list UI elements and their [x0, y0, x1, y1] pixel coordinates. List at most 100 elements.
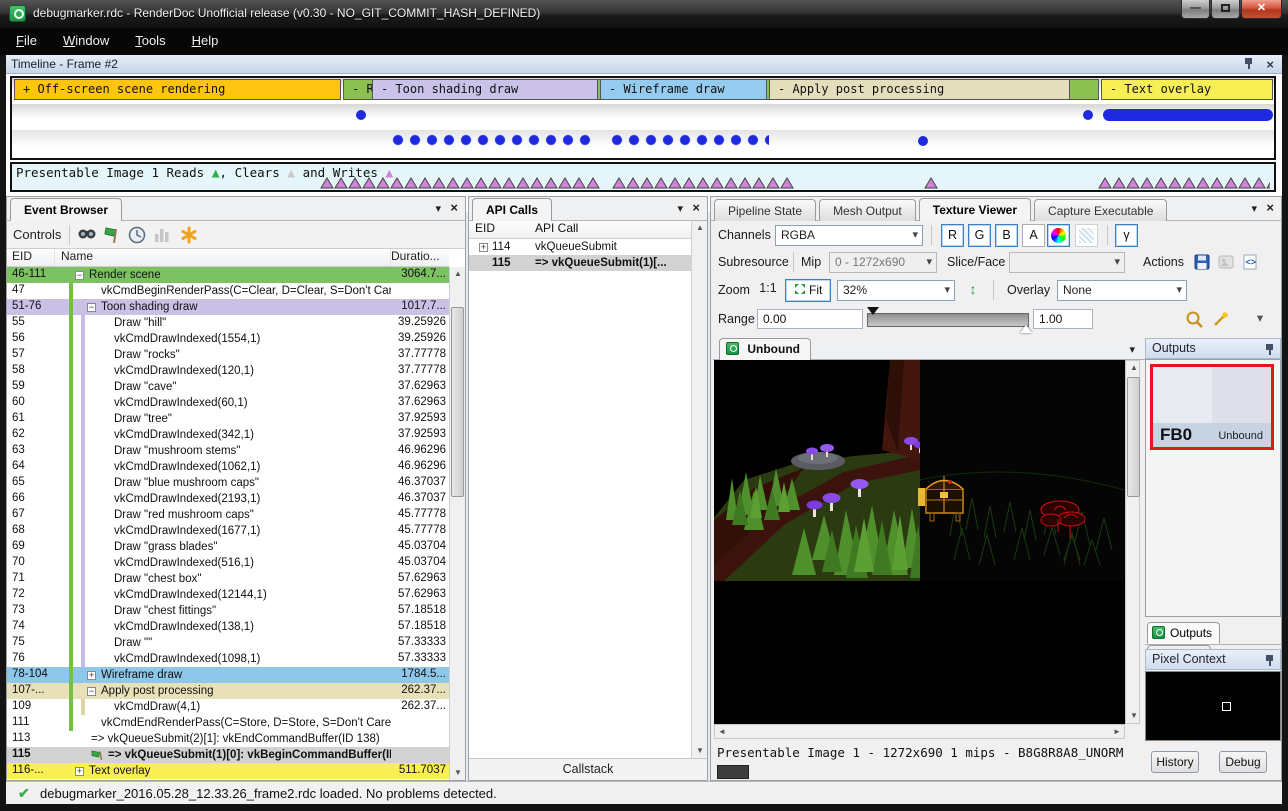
- scroll-right-icon[interactable]: ►: [1110, 725, 1124, 739]
- timeline-bar-text-overlay[interactable]: - Text overlay: [1101, 79, 1273, 100]
- event-row[interactable]: 66: [7, 491, 449, 507]
- pin-icon[interactable]: [1265, 654, 1275, 666]
- tree-expander[interactable]: +: [75, 767, 84, 776]
- timeline-panel-header[interactable]: Timeline - Frame #2 ×: [6, 55, 1282, 74]
- panel-tab[interactable]: Pipeline State: [714, 199, 816, 222]
- io-tab[interactable]: Outputs: [1147, 622, 1220, 644]
- bookmark-asterisk-icon[interactable]: [179, 225, 199, 245]
- api-calls-scrollbar[interactable]: ▲ ▼: [691, 221, 707, 758]
- draw-events-capsule[interactable]: [1103, 109, 1273, 121]
- panel-tab[interactable]: Capture Executable: [1034, 199, 1167, 222]
- event-row[interactable]: 59: [7, 379, 449, 395]
- event-row[interactable]: 63: [7, 443, 449, 459]
- channel-toggle[interactable]: R: [941, 224, 964, 247]
- scroll-down-icon[interactable]: ▼: [1127, 709, 1141, 723]
- menu-item[interactable]: Help: [182, 28, 229, 53]
- event-row[interactable]: 55: [7, 315, 449, 331]
- tree-expander[interactable]: +: [479, 243, 488, 252]
- event-row[interactable]: 115: [7, 747, 449, 763]
- callstack-section[interactable]: Callstack: [469, 758, 707, 780]
- tree-expander[interactable]: −: [87, 303, 96, 312]
- column-duration[interactable]: Duratio...: [391, 249, 449, 266]
- find-event-icon[interactable]: [77, 225, 97, 245]
- texture-horizontal-scrollbar[interactable]: ◄ ►: [714, 724, 1125, 739]
- tab-event-browser[interactable]: Event Browser: [10, 198, 122, 222]
- chevron-down-icon[interactable]: ▾: [677, 202, 683, 215]
- close-icon[interactable]: ×: [450, 200, 458, 215]
- close-button[interactable]: ✕: [1241, 0, 1282, 19]
- fb0-thumbnail[interactable]: FB0 Unbound: [1150, 364, 1274, 450]
- menu-item[interactable]: File: [6, 28, 47, 53]
- channel-toggle[interactable]: G: [968, 224, 991, 247]
- zoom-fit-button[interactable]: Fit: [785, 279, 831, 302]
- range-white-point-handle[interactable]: [1020, 325, 1032, 333]
- zoom-range-icon[interactable]: [1185, 310, 1204, 329]
- save-icon[interactable]: [1193, 253, 1211, 271]
- event-tree-header[interactable]: EID Name Duratio...: [7, 249, 449, 267]
- event-row[interactable]: 68: [7, 523, 449, 539]
- toon-draw-event-dots[interactable]: [390, 132, 596, 148]
- column-eid[interactable]: EID: [469, 221, 533, 238]
- event-row[interactable]: 58: [7, 363, 449, 379]
- event-row[interactable]: 51-76 −: [7, 299, 449, 315]
- texture-vertical-scrollbar[interactable]: ▲ ▼: [1125, 360, 1140, 724]
- column-name[interactable]: Name: [55, 249, 391, 266]
- event-row[interactable]: 65: [7, 475, 449, 491]
- event-row[interactable]: 60: [7, 395, 449, 411]
- event-row[interactable]: 74: [7, 619, 449, 635]
- chevron-down-icon[interactable]: ▾: [1251, 202, 1257, 215]
- pixel-context-view[interactable]: [1145, 671, 1281, 741]
- scroll-thumb[interactable]: [1127, 377, 1140, 497]
- tab-api-calls[interactable]: API Calls: [472, 198, 552, 222]
- close-icon[interactable]: ×: [692, 200, 700, 215]
- draw-event-dot[interactable]: [356, 110, 366, 120]
- pin-icon[interactable]: [1244, 57, 1254, 69]
- overlay-select[interactable]: None▾: [1057, 280, 1187, 301]
- minimize-button[interactable]: —: [1181, 0, 1210, 19]
- maximize-button[interactable]: [1211, 0, 1240, 19]
- zoom-1-1-button[interactable]: 1:1: [755, 281, 781, 301]
- event-row[interactable]: 70: [7, 555, 449, 571]
- scroll-left-icon[interactable]: ◄: [715, 725, 729, 739]
- range-black-point-handle[interactable]: [867, 307, 879, 315]
- scroll-up-icon[interactable]: ▲: [1127, 361, 1141, 375]
- slice-face-select[interactable]: ▾: [1009, 252, 1125, 273]
- tree-expander[interactable]: +: [87, 671, 96, 680]
- draw-event-dot[interactable]: [918, 136, 928, 146]
- timeline-bar-post-processing[interactable]: - Apply post processing: [769, 79, 1070, 100]
- event-row[interactable]: 71: [7, 571, 449, 587]
- autofit-wand-icon[interactable]: [1211, 310, 1230, 329]
- custom-shader-code-icon[interactable]: <>: [1241, 253, 1259, 271]
- event-row[interactable]: 56: [7, 331, 449, 347]
- timeline-bar-wireframe[interactable]: - Wireframe draw: [600, 79, 767, 100]
- pin-icon[interactable]: [1265, 343, 1275, 355]
- mip-select[interactable]: 0 - 1272x690▾: [829, 252, 937, 273]
- event-row[interactable]: 109: [7, 699, 449, 715]
- gamma-toggle[interactable]: γ: [1115, 224, 1138, 247]
- event-row[interactable]: 67: [7, 507, 449, 523]
- event-row[interactable]: 78-104 +: [7, 667, 449, 683]
- tree-expander[interactable]: −: [75, 271, 84, 280]
- event-row[interactable]: 69: [7, 539, 449, 555]
- draw-event-dot[interactable]: [1083, 110, 1093, 120]
- api-call-row[interactable]: + 114 vkQueueSubmit: [469, 239, 707, 255]
- panel-tab[interactable]: Texture Viewer: [919, 198, 1031, 222]
- texture-display[interactable]: [714, 360, 1125, 724]
- timeline-bar-toon-shading[interactable]: - Toon shading draw: [372, 79, 598, 100]
- color-wheel-icon[interactable]: [1047, 224, 1070, 247]
- tree-expander[interactable]: −: [87, 687, 96, 696]
- menu-item[interactable]: Window: [53, 28, 119, 53]
- scroll-down-icon[interactable]: ▼: [693, 744, 707, 758]
- chevron-down-icon[interactable]: ▾: [1129, 343, 1135, 356]
- event-row[interactable]: 73: [7, 603, 449, 619]
- texture-tab-unbound[interactable]: Unbound: [719, 338, 811, 360]
- timeline-bar-offscreen[interactable]: + Off-screen scene rendering: [14, 79, 341, 100]
- channel-toggle[interactable]: A: [1022, 224, 1045, 247]
- event-row[interactable]: 61: [7, 411, 449, 427]
- zoom-level-select[interactable]: 32%▾: [837, 280, 955, 301]
- column-api-call[interactable]: API Call: [533, 221, 692, 238]
- jump-to-event-flag-icon[interactable]: [102, 225, 122, 245]
- resource-usage-track[interactable]: Presentable Image 1 Reads ▲, Clears ▲ an…: [10, 162, 1276, 192]
- close-icon[interactable]: ×: [1266, 56, 1274, 74]
- event-row[interactable]: 72: [7, 587, 449, 603]
